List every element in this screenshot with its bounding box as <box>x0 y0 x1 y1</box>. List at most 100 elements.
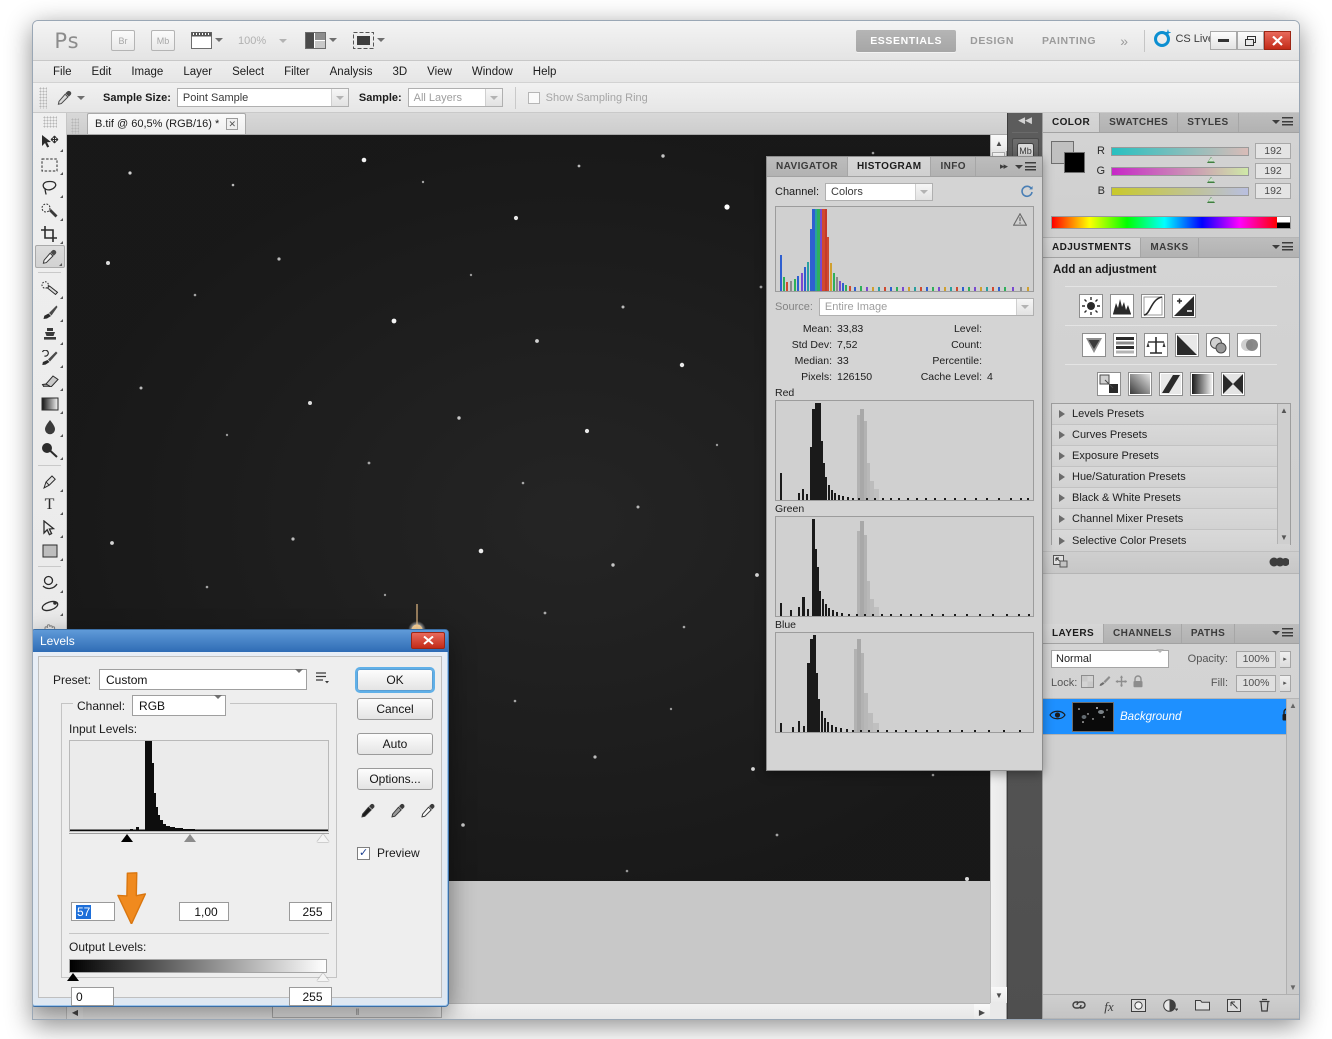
input-black-field[interactable]: 57 <box>71 902 115 921</box>
adjustment-photo-filter-icon[interactable] <box>1205 333 1230 357</box>
tool-dodge[interactable] <box>35 438 65 461</box>
workspace-overflow-icon[interactable]: » <box>1110 33 1138 49</box>
preset-row-curves[interactable]: Curves Presets <box>1052 425 1290 446</box>
tool-history-brush[interactable] <box>35 346 65 369</box>
tool-pen[interactable] <box>35 470 65 493</box>
tab-adjustments[interactable]: ADJUSTMENTS <box>1043 238 1142 257</box>
layer-row-background[interactable]: Background <box>1043 699 1299 735</box>
tool-3d-orbit[interactable] <box>35 594 65 617</box>
dock-expand-icon[interactable]: ◀◀ <box>1008 113 1042 127</box>
adjustment-selective-color-icon[interactable] <box>1221 372 1245 396</box>
adjustment-channel-mixer-icon[interactable] <box>1236 333 1261 357</box>
tool-eraser[interactable] <box>35 369 65 392</box>
refresh-icon[interactable] <box>1020 184 1034 201</box>
tab-channels[interactable]: CHANNELS <box>1104 624 1182 643</box>
scroll-down-arrow[interactable]: ▼ <box>991 987 1007 1003</box>
new-fill-adjustment-icon[interactable] <box>1162 998 1179 1015</box>
lock-position-icon[interactable] <box>1115 675 1128 691</box>
presets-scroll-up-icon[interactable]: ▲ <box>1280 406 1288 415</box>
close-button[interactable] <box>1264 31 1291 50</box>
tool-path-selection[interactable] <box>35 516 65 539</box>
minimize-button[interactable] <box>1210 31 1237 50</box>
tool-spot-healing-brush[interactable] <box>35 277 65 300</box>
levels-dialog-close-button[interactable] <box>411 632 445 649</box>
adjustment-brightness-contrast-icon[interactable] <box>1079 294 1103 318</box>
launch-bridge-button[interactable]: Br <box>111 30 135 51</box>
menu-file[interactable]: File <box>43 63 82 81</box>
return-to-adjustment-list-icon[interactable] <box>1053 554 1068 571</box>
fill-value[interactable]: 100% <box>1236 674 1276 692</box>
presets-scroll-down-icon[interactable]: ▼ <box>1280 533 1288 542</box>
scroll-right-arrow[interactable]: ▶ <box>974 1004 990 1019</box>
input-gamma-slider[interactable] <box>184 834 196 842</box>
current-tool-eyedropper-icon[interactable] <box>51 86 77 110</box>
menu-edit[interactable]: Edit <box>82 63 122 81</box>
layer-mask-icon[interactable] <box>1130 998 1146 1015</box>
set-white-point-icon[interactable] <box>417 800 439 822</box>
cancel-button[interactable]: Cancel <box>357 698 433 720</box>
launch-mini-bridge-button[interactable]: Mb <box>151 30 175 51</box>
preview-option[interactable]: Preview <box>357 846 420 860</box>
menu-window[interactable]: Window <box>462 63 523 81</box>
show-sampling-ring-checkbox[interactable] <box>527 91 540 104</box>
adjustment-threshold-icon[interactable] <box>1159 372 1183 396</box>
view-extras-button[interactable] <box>191 27 223 53</box>
adjustment-presets-list[interactable]: Levels Presets Curves Presets Exposure P… <box>1051 403 1291 551</box>
opacity-value[interactable]: 100% <box>1236 650 1276 668</box>
output-levels-sliders[interactable] <box>67 973 329 985</box>
fill-stepper[interactable]: ▸ <box>1280 674 1291 692</box>
set-gray-point-icon[interactable] <box>387 800 409 822</box>
histogram-channel-select[interactable]: Colors <box>825 183 934 201</box>
input-levels-sliders[interactable] <box>69 833 329 846</box>
tool-eyedropper[interactable] <box>34 245 65 268</box>
tool-brush[interactable] <box>35 300 65 323</box>
adjustments-panel-menu-button[interactable] <box>1272 242 1293 251</box>
preset-row-black-white[interactable]: Black & White Presets <box>1052 488 1290 509</box>
output-black-point-slider[interactable] <box>67 973 79 981</box>
layers-scrollbar[interactable]: ▲ ▼ <box>1286 699 1299 994</box>
menu-layer[interactable]: Layer <box>173 63 222 81</box>
tool-lasso[interactable] <box>35 176 65 199</box>
presets-scrollbar[interactable]: ▲ ▼ <box>1277 404 1290 544</box>
menu-filter[interactable]: Filter <box>274 63 320 81</box>
tool-type[interactable]: T <box>35 493 65 516</box>
sample-size-select[interactable]: Point Sample <box>176 88 349 107</box>
background-color-swatch[interactable] <box>1064 152 1085 173</box>
histogram-panel-menu-button[interactable] <box>1015 162 1036 171</box>
tool-quick-selection[interactable] <box>35 199 65 222</box>
input-gamma-field[interactable]: 1,00 <box>179 902 229 921</box>
menu-image[interactable]: Image <box>121 63 173 81</box>
input-white-field[interactable]: 255 <box>289 902 332 921</box>
preset-row-selective-color[interactable]: Selective Color Presets <box>1052 530 1290 551</box>
tab-layers[interactable]: LAYERS <box>1043 624 1105 643</box>
color-b-value[interactable]: 192 <box>1255 183 1291 199</box>
auto-button[interactable]: Auto <box>357 733 433 755</box>
options-bar-grip[interactable] <box>39 86 47 109</box>
input-white-point-slider[interactable] <box>317 834 329 842</box>
adjustment-levels-icon[interactable] <box>1110 294 1134 318</box>
collapse-panel-icon[interactable]: ▸▸ <box>1000 161 1008 172</box>
color-g-slider[interactable] <box>1111 166 1249 183</box>
scroll-up-arrow[interactable]: ▲ <box>991 135 1007 151</box>
output-white-field[interactable]: 255 <box>289 987 332 1006</box>
color-r-slider[interactable] <box>1111 146 1249 163</box>
adjustment-vibrance-icon[interactable] <box>1081 333 1106 357</box>
ok-button[interactable]: OK <box>357 669 433 691</box>
sample-select[interactable]: All Layers <box>407 88 503 107</box>
screen-mode-button[interactable] <box>353 27 385 53</box>
histogram-source-select[interactable]: Entire Image <box>818 298 1034 316</box>
preset-row-exposure[interactable]: Exposure Presets <box>1052 446 1290 467</box>
arrange-documents-button[interactable] <box>305 27 337 53</box>
lock-image-pixels-icon[interactable] <box>1098 675 1111 691</box>
zoom-caret-icon[interactable] <box>279 39 287 43</box>
layers-scroll-up-icon[interactable]: ▲ <box>1289 701 1297 710</box>
tool-preset-caret-icon[interactable] <box>77 95 85 100</box>
menu-view[interactable]: View <box>417 63 462 81</box>
adjustment-invert-icon[interactable] <box>1097 372 1121 396</box>
preset-options-icon[interactable] <box>315 671 330 688</box>
blend-mode-select[interactable]: Normal <box>1051 649 1169 668</box>
preset-row-hue-saturation[interactable]: Hue/Saturation Presets <box>1052 467 1290 488</box>
color-spectrum-bar[interactable] <box>1051 216 1291 229</box>
options-button[interactable]: Options... <box>357 768 433 790</box>
layers-scroll-down-icon[interactable]: ▼ <box>1289 983 1297 992</box>
